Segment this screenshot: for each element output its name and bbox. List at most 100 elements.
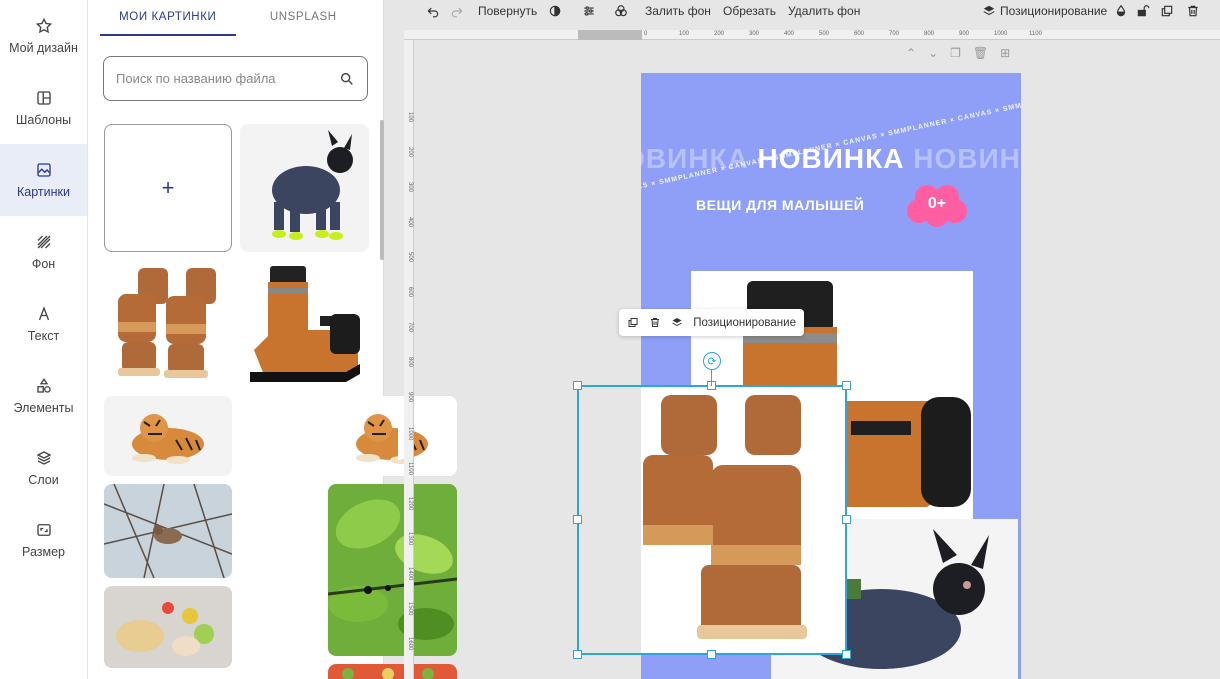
sidebar-item-templates[interactable]: Шаблоны: [0, 72, 87, 144]
ruler-tick: 1000: [407, 427, 413, 441]
horizontal-ruler: 0 100 200 300 400 500 600 700 800 900 10…: [404, 30, 1220, 40]
layers-icon[interactable]: [671, 316, 683, 329]
thumbnail-bird[interactable]: [104, 484, 232, 578]
page-controls: ⌃ ⌄ ❐ 🗑 ⊞: [906, 46, 1010, 60]
copy-icon[interactable]: [627, 316, 639, 329]
search-field[interactable]: [103, 56, 368, 101]
adjust-button[interactable]: [582, 4, 596, 18]
drop-icon: [1116, 4, 1126, 17]
thumbnail-salad[interactable]: [328, 664, 457, 679]
thumbnail-orange-boots[interactable]: [240, 260, 369, 388]
ruler-tick: 500: [819, 31, 830, 37]
resize-handle-r[interactable]: [842, 515, 851, 524]
positioning-button[interactable]: Позиционирование: [982, 4, 1107, 18]
thumbnail-bread[interactable]: [104, 586, 232, 668]
trash-icon[interactable]: [649, 316, 661, 329]
trash-icon: [1188, 5, 1198, 17]
thumbnail-brown-boots[interactable]: [104, 260, 232, 388]
ruler-tick: 1000: [994, 31, 1008, 37]
resize-handle-tl[interactable]: [573, 381, 582, 390]
ruler-tick: 1100: [1029, 31, 1042, 37]
resize-handle-b[interactable]: [707, 650, 716, 659]
ruler-tick: 200: [714, 31, 725, 37]
sidebar-item-label: Элементы: [13, 401, 74, 415]
ruler-selection: [578, 30, 642, 40]
headline-ghost-left: НОВИНКА: [641, 143, 749, 174]
images-panel: МОИ КАРТИНКИ UNSPLASH +: [88, 0, 457, 679]
duplicate-button[interactable]: [1160, 4, 1174, 18]
sidebar-item-label: Фон: [31, 257, 56, 271]
ruler-tick: 100: [679, 31, 690, 37]
sidebar-item-text[interactable]: Текст: [0, 288, 87, 360]
rotate-handle-icon[interactable]: ⟳: [703, 352, 721, 370]
fill-background-button[interactable]: Залить фон: [645, 4, 711, 18]
ruler-tick: 600: [854, 31, 865, 37]
sidebar-item-my-design[interactable]: Мой дизайн: [0, 0, 87, 72]
headline-main: НОВИНКА: [757, 143, 905, 174]
resize-handle-tr[interactable]: [842, 381, 851, 390]
unlock-icon: [1137, 5, 1150, 17]
copy-icon: [1161, 5, 1173, 17]
thumbnail-tiger-cutout[interactable]: [328, 396, 457, 476]
layers-icon: [983, 5, 995, 16]
search-icon[interactable]: [339, 71, 355, 87]
thumbnail-tiger[interactable]: [104, 396, 232, 476]
scrollbar[interactable]: [380, 120, 384, 260]
tab-my-images[interactable]: МОИ КАРТИНКИ: [100, 0, 236, 36]
thumbnail-leaves[interactable]: [328, 484, 457, 656]
filters-button[interactable]: [614, 4, 628, 18]
ruler-tick: 600: [407, 287, 413, 298]
sidebar-item-background[interactable]: Фон: [0, 216, 87, 288]
top-toolbar: Повернуть Залить фон Обрезать Удалить фо…: [404, 0, 1220, 22]
ruler-tick: 500: [407, 252, 413, 263]
shapes-icon: [36, 378, 51, 393]
copy-page-icon[interactable]: ❐: [950, 46, 961, 60]
floating-toolbar: Позиционирование: [619, 309, 804, 336]
sidebar-item-label: Размер: [22, 545, 65, 559]
age-badge: 0+: [905, 183, 969, 227]
upload-image-button[interactable]: +: [104, 124, 232, 252]
ruler-tick: 800: [924, 31, 935, 37]
remove-background-button[interactable]: Удалить фон: [788, 4, 860, 18]
delete-button[interactable]: [1186, 4, 1200, 18]
sidebar-item-label: Текст: [27, 329, 60, 343]
crop-button[interactable]: Обрезать: [723, 4, 776, 18]
sidebar-item-label: Слои: [28, 473, 59, 487]
subline: ВЕЩИ ДЛЯ МАЛЫШЕЙ: [696, 197, 865, 213]
ruler-tick: 700: [407, 322, 413, 333]
resize-handle-l[interactable]: [573, 515, 582, 524]
floating-positioning-label[interactable]: Позиционирование: [693, 317, 796, 329]
chevron-down-icon[interactable]: ⌄: [928, 46, 938, 60]
rotate-button[interactable]: Повернуть: [478, 4, 537, 18]
tab-unsplash[interactable]: UNSPLASH: [236, 0, 372, 36]
ruler-tick: 1500: [407, 602, 413, 616]
selection-box[interactable]: [577, 385, 847, 655]
add-page-icon[interactable]: ⊞: [1000, 46, 1010, 60]
sidebar-item-size[interactable]: Размер: [0, 504, 87, 576]
resize-handle-br[interactable]: [842, 650, 851, 659]
rotate-line: [711, 370, 712, 386]
ruler-tick: 100: [407, 112, 413, 123]
lock-button[interactable]: [1136, 4, 1150, 18]
sidebar-item-layers[interactable]: Слои: [0, 432, 87, 504]
resize-handle-bl[interactable]: [573, 650, 582, 659]
chevron-up-icon[interactable]: ⌃: [906, 46, 916, 60]
contrast-button[interactable]: [548, 4, 562, 18]
thumbnail-dog[interactable]: [240, 124, 369, 252]
undo-icon: [427, 7, 439, 18]
badge-text: 0+: [927, 195, 947, 212]
sidebar-item-images[interactable]: Картинки: [0, 144, 87, 216]
sliders-icon: [584, 6, 594, 16]
star-icon: [35, 17, 52, 34]
sidebar-item-elements[interactable]: Элементы: [0, 360, 87, 432]
search-input[interactable]: [116, 71, 339, 86]
trash-page-icon[interactable]: 🗑: [973, 46, 988, 60]
undo-button[interactable]: [426, 4, 440, 18]
ruler-tick: 200: [407, 147, 413, 158]
ruler-tick: 1400: [407, 567, 413, 581]
ruler-tick: 700: [889, 31, 900, 37]
ruler-tick: 0: [644, 31, 648, 37]
headline-ghost-right: НОВИНКА: [913, 143, 1021, 174]
opacity-button[interactable]: [1114, 4, 1128, 18]
redo-button[interactable]: [450, 4, 464, 18]
